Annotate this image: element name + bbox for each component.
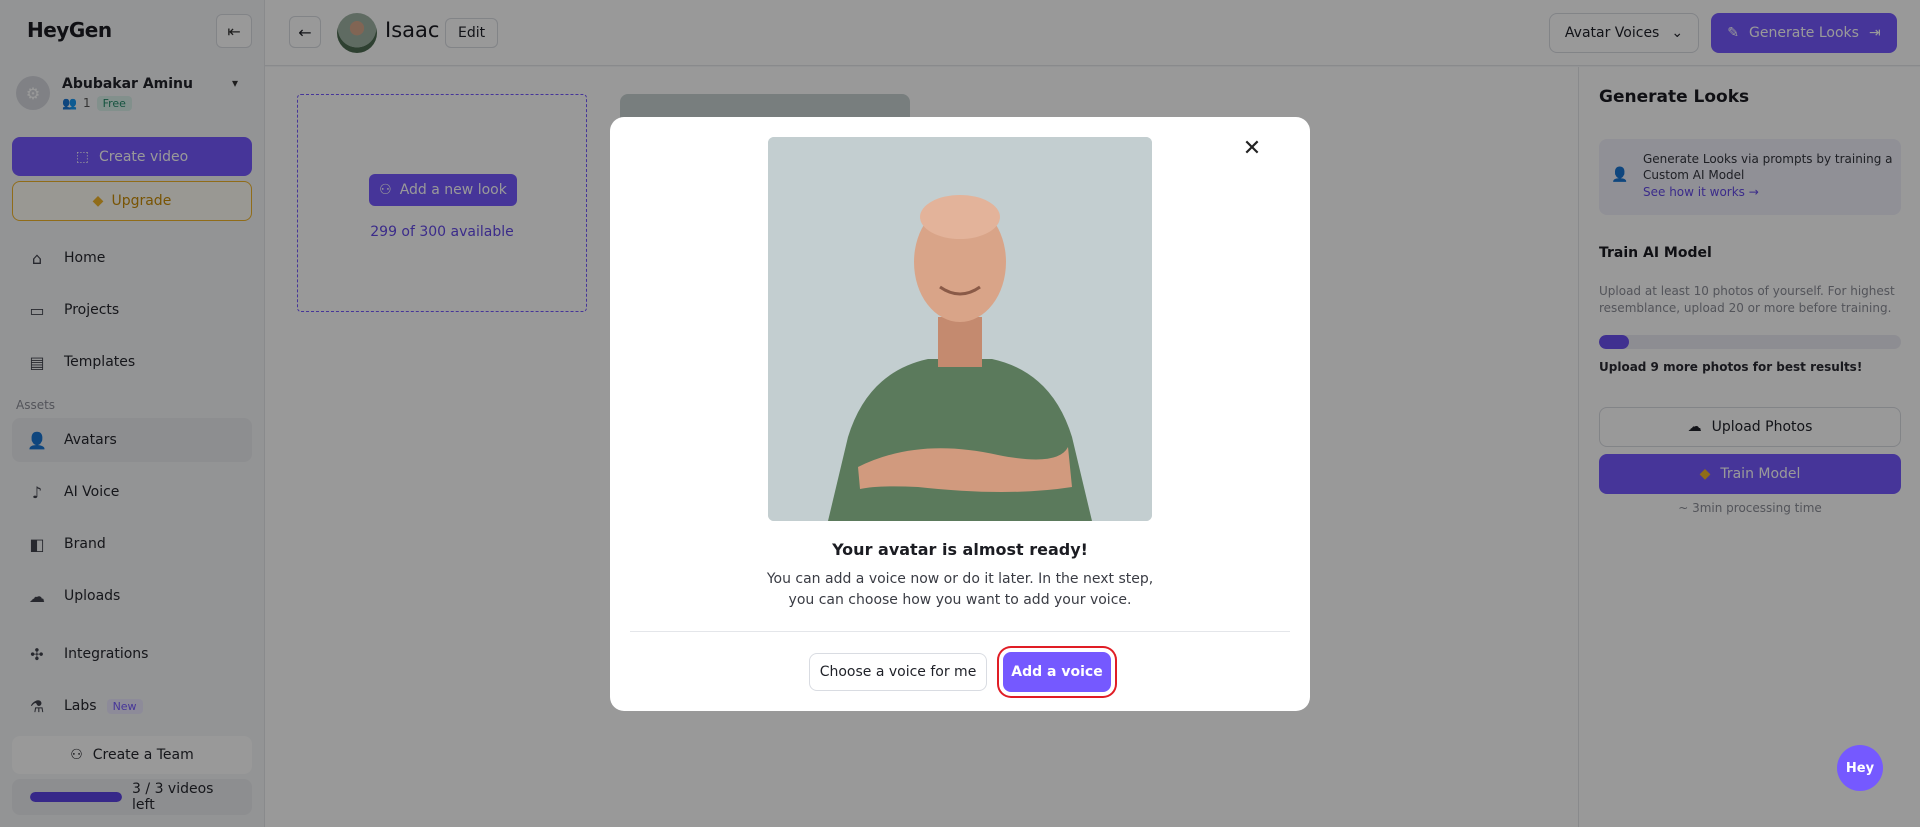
add-a-voice-button[interactable]: Add a voice [1003, 652, 1111, 692]
modal-description-line: you can choose how you want to add your … [788, 592, 1132, 608]
avatar-photo-illustration [768, 137, 1152, 521]
chat-widget-button[interactable]: Hey [1837, 745, 1883, 791]
modal-title: Your avatar is almost ready! [832, 540, 1088, 559]
modal-description: You can add a voice now or do it later. … [760, 569, 1160, 611]
close-button[interactable]: ✕ [1237, 133, 1267, 163]
choose-voice-for-me-button[interactable]: Choose a voice for me [809, 653, 987, 691]
avatar-photo [768, 137, 1152, 521]
avatar-ready-modal: ✕ Your avatar is almost ready! You can a… [610, 117, 1310, 711]
modal-description-line: You can add a voice now or do it later. … [766, 571, 1154, 587]
close-icon: ✕ [1242, 135, 1262, 161]
modal-divider [630, 631, 1290, 632]
